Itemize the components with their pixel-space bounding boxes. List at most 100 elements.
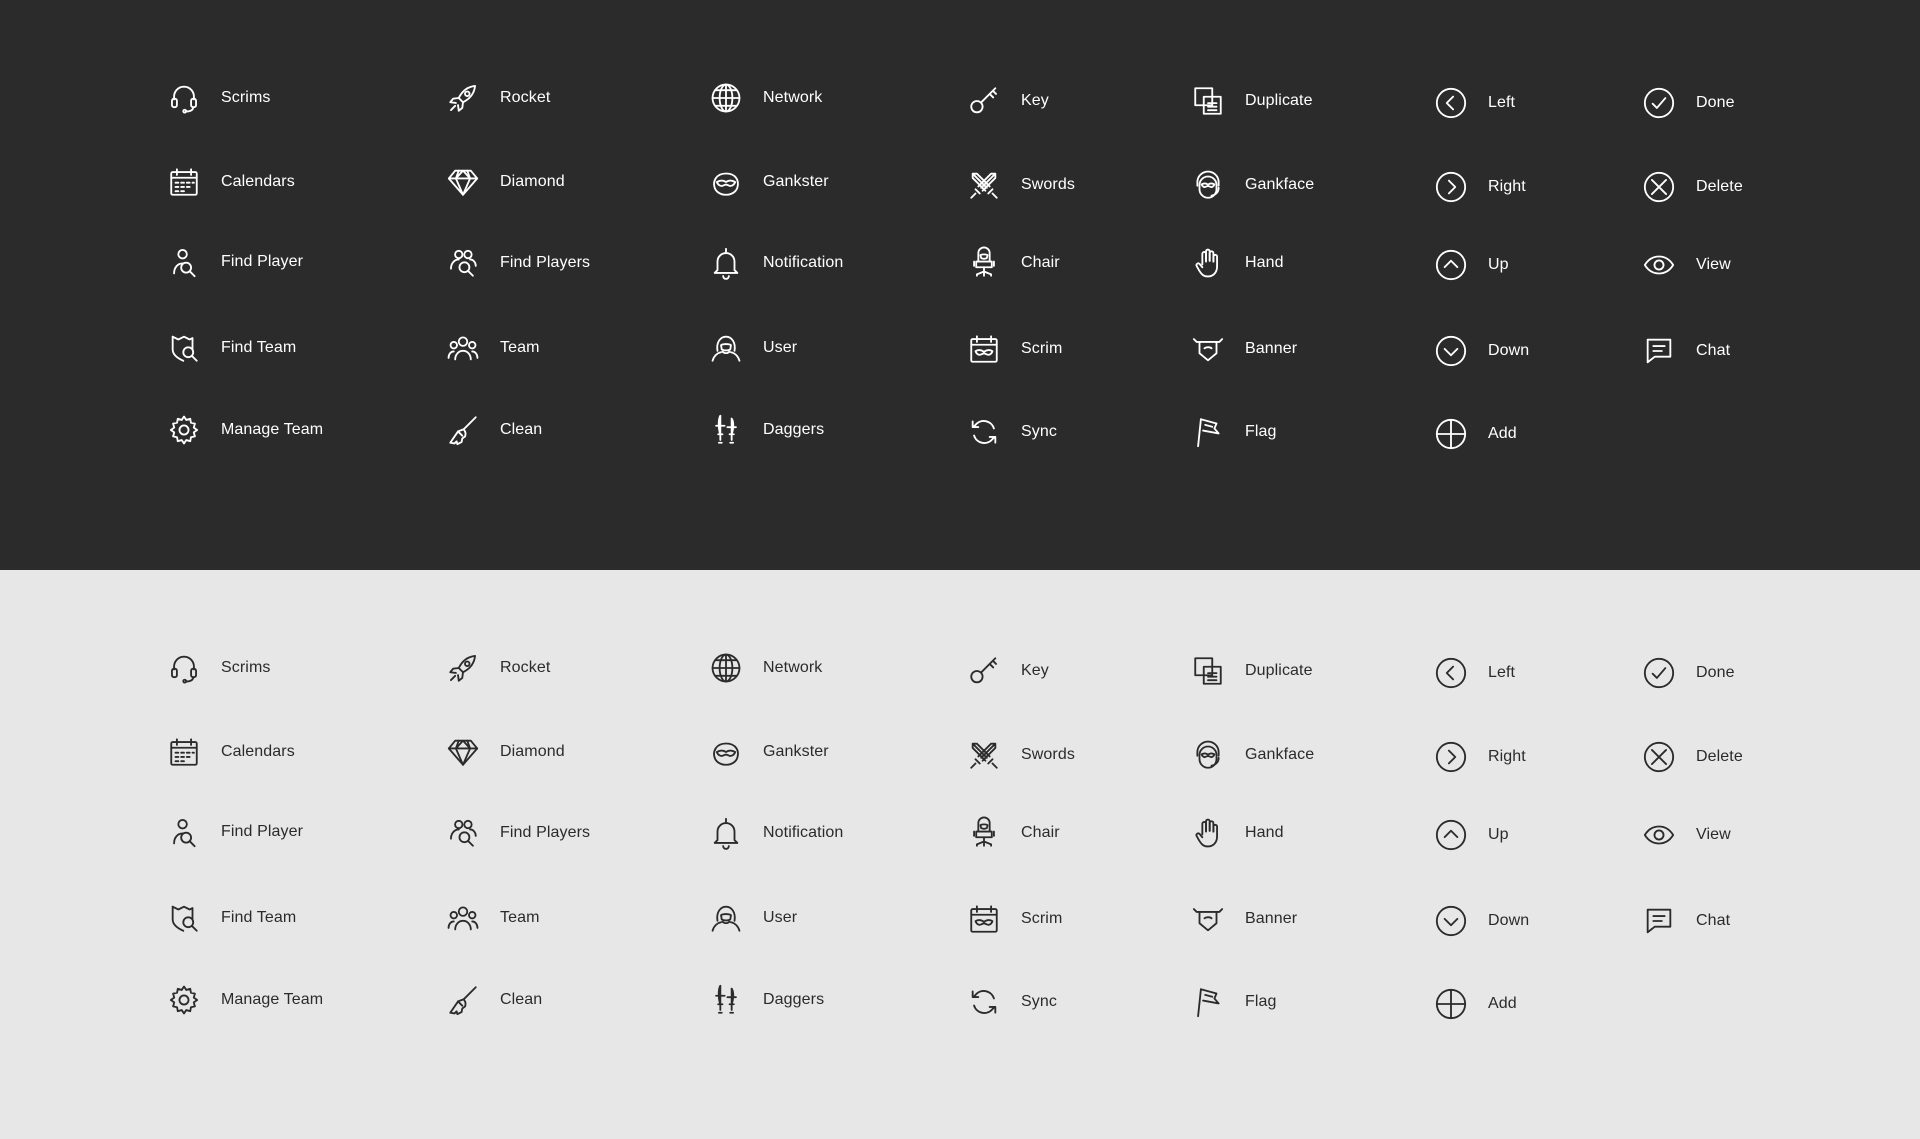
icon-item-user[interactable]: User <box>709 328 797 368</box>
banner-icon <box>1192 338 1224 362</box>
icon-label: Clean <box>500 991 543 1008</box>
icon-item-network[interactable]: Network <box>709 648 822 688</box>
icon-item-user[interactable]: User <box>709 898 797 938</box>
icon-item-flag[interactable]: Flag <box>1191 982 1277 1022</box>
broom-icon <box>449 986 477 1016</box>
gear-icon <box>169 985 199 1015</box>
icon-item-notification[interactable]: Notification <box>709 813 843 853</box>
icon-item-right[interactable]: Right <box>1434 167 1526 207</box>
icon-item-down[interactable]: Down <box>1434 901 1529 941</box>
icon-item-clean[interactable]: Clean <box>446 410 542 450</box>
icon-label: Up <box>1488 826 1509 843</box>
check-circle-icon <box>1643 657 1675 689</box>
icon-label: Notification <box>763 824 844 841</box>
icon-label: User <box>763 339 798 356</box>
icon-label: Gankface <box>1245 746 1315 763</box>
icon-item-delete[interactable]: Delete <box>1642 167 1743 207</box>
icon-item-scrims[interactable]: Scrims <box>167 78 270 118</box>
icon-item-flag[interactable]: Flag <box>1191 412 1277 452</box>
icon-label: Duplicate <box>1245 662 1313 679</box>
icon-item-team[interactable]: Team <box>446 898 540 938</box>
chevron-up-circle-icon <box>1435 249 1467 281</box>
icon-label: Chair <box>1021 824 1060 841</box>
plus-circle-icon <box>1435 418 1467 450</box>
icon-item-view[interactable]: View <box>1642 245 1731 285</box>
icon-item-key[interactable]: Key <box>967 81 1049 121</box>
find-player-icon <box>173 249 196 278</box>
icon-item-find-player[interactable]: Find Player <box>167 812 303 852</box>
globe-icon <box>711 83 741 113</box>
duplicate-icon <box>1194 87 1222 115</box>
icon-item-duplicate[interactable]: Duplicate <box>1191 81 1313 121</box>
icon-item-chair[interactable]: Chair <box>967 813 1060 853</box>
icon-item-chat[interactable]: Chat <box>1642 901 1730 941</box>
icon-item-view[interactable]: View <box>1642 815 1731 855</box>
icon-item-hand[interactable]: Hand <box>1191 813 1284 853</box>
icon-item-done[interactable]: Done <box>1642 653 1735 693</box>
icon-item-gankface[interactable]: Gankface <box>1191 165 1314 205</box>
icon-item-diamond[interactable]: Diamond <box>446 732 565 772</box>
icon-item-hand[interactable]: Hand <box>1191 243 1284 283</box>
icon-label: Down <box>1488 912 1530 929</box>
icon-item-scrim[interactable]: Scrim <box>967 329 1062 369</box>
icon-item-chair[interactable]: Chair <box>967 243 1060 283</box>
icon-item-gankster[interactable]: Gankster <box>709 162 829 202</box>
find-players-icon <box>450 249 477 277</box>
icon-item-find-player[interactable]: Find Player <box>167 242 303 282</box>
icon-item-calendars[interactable]: Calendars <box>167 732 295 772</box>
icon-label: Find Players <box>500 824 591 841</box>
icon-item-scrim[interactable]: Scrim <box>967 899 1062 939</box>
icon-item-notification[interactable]: Notification <box>709 243 843 283</box>
icon-item-swords[interactable]: Swords <box>967 165 1075 205</box>
icon-item-network[interactable]: Network <box>709 78 822 118</box>
icon-item-banner[interactable]: Banner <box>1191 329 1297 369</box>
icon-item-manage-team[interactable]: Manage Team <box>167 980 323 1020</box>
hand-icon <box>1195 248 1218 278</box>
icon-item-down[interactable]: Down <box>1434 331 1529 371</box>
icon-item-gankster[interactable]: Gankster <box>709 732 829 772</box>
icon-item-done[interactable]: Done <box>1642 83 1735 123</box>
icon-item-key[interactable]: Key <box>967 651 1049 691</box>
icon-item-find-team[interactable]: Find Team <box>167 328 296 368</box>
icon-item-banner[interactable]: Banner <box>1191 899 1297 939</box>
icon-item-rocket[interactable]: Rocket <box>446 648 550 688</box>
daggers-icon <box>715 414 737 444</box>
icon-item-find-team[interactable]: Find Team <box>167 898 296 938</box>
icon-item-add[interactable]: Add <box>1434 414 1517 454</box>
icon-item-daggers[interactable]: Daggers <box>709 980 824 1020</box>
find-player-icon <box>173 819 196 848</box>
icon-item-swords[interactable]: Swords <box>967 735 1075 775</box>
gankster-mask-icon <box>713 172 739 196</box>
icon-item-calendars[interactable]: Calendars <box>167 162 295 202</box>
icon-item-team[interactable]: Team <box>446 328 540 368</box>
icon-item-up[interactable]: Up <box>1434 245 1509 285</box>
x-circle-icon <box>1643 741 1675 773</box>
icon-item-diamond[interactable]: Diamond <box>446 162 565 202</box>
bell-icon <box>713 817 739 850</box>
icon-item-rocket[interactable]: Rocket <box>446 78 550 118</box>
rocket-icon <box>449 655 476 682</box>
icon-item-right[interactable]: Right <box>1434 737 1526 777</box>
icon-item-left[interactable]: Left <box>1434 83 1515 123</box>
icon-item-scrims[interactable]: Scrims <box>167 648 270 688</box>
icon-item-daggers[interactable]: Daggers <box>709 410 824 450</box>
eye-icon <box>1643 825 1675 845</box>
icon-item-sync[interactable]: Sync <box>967 982 1057 1022</box>
icon-item-find-players[interactable]: Find Players <box>446 813 590 853</box>
icon-item-delete[interactable]: Delete <box>1642 737 1743 777</box>
icon-item-manage-team[interactable]: Manage Team <box>167 410 323 450</box>
gankster-mask-icon <box>713 742 739 766</box>
icon-item-sync[interactable]: Sync <box>967 412 1057 452</box>
icon-item-duplicate[interactable]: Duplicate <box>1191 651 1313 691</box>
icon-item-up[interactable]: Up <box>1434 815 1509 855</box>
icon-item-add[interactable]: Add <box>1434 984 1517 1024</box>
swords-icon <box>970 742 998 769</box>
icon-item-chat[interactable]: Chat <box>1642 331 1730 371</box>
icon-item-left[interactable]: Left <box>1434 653 1515 693</box>
icon-label: Calendars <box>221 173 295 190</box>
icon-item-find-players[interactable]: Find Players <box>446 243 590 283</box>
icon-label: Rocket <box>500 659 551 676</box>
icon-item-gankface[interactable]: Gankface <box>1191 735 1314 775</box>
sync-icon <box>971 990 997 1014</box>
icon-item-clean[interactable]: Clean <box>446 980 542 1020</box>
